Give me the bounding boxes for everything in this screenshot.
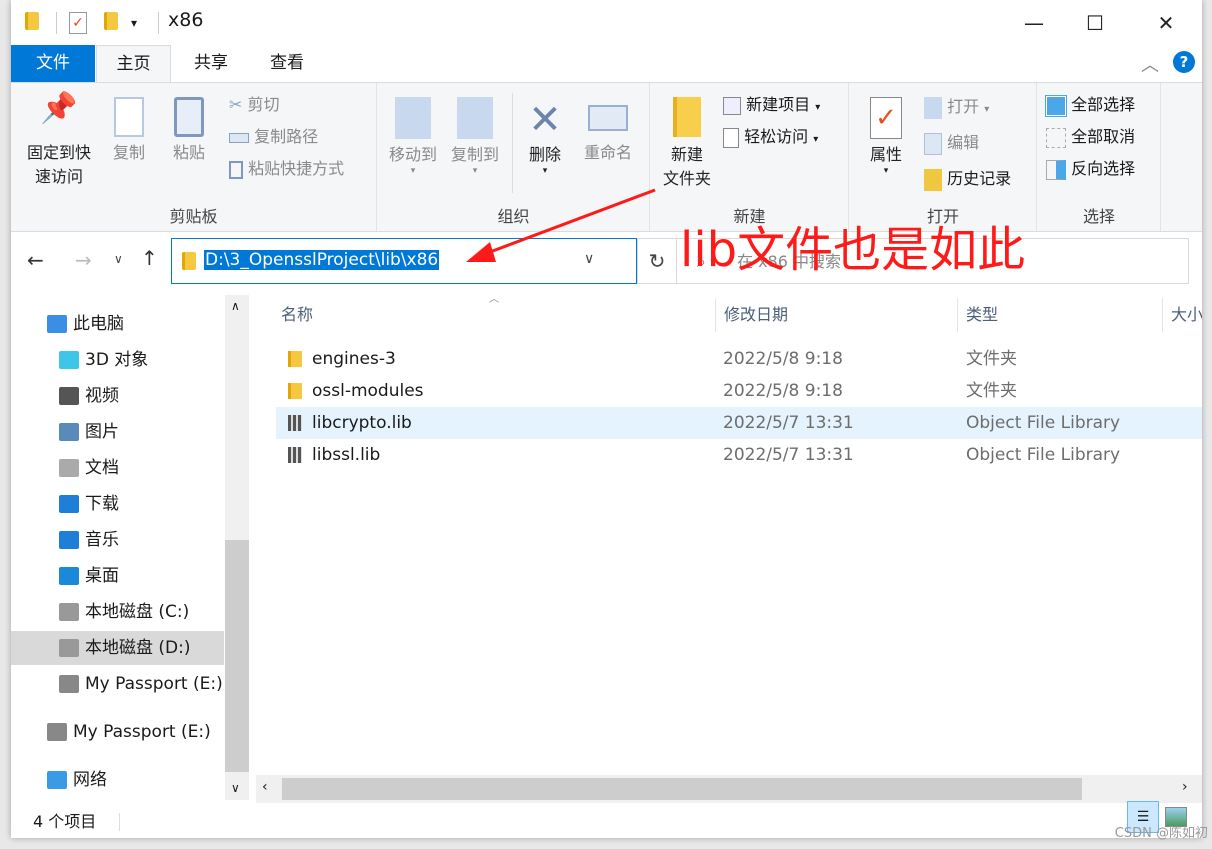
annotation-arrow: [466, 188, 656, 262]
watermark: CSDN @陈如初: [1114, 826, 1208, 841]
annotation-text: lib文件也是如此: [680, 222, 1026, 278]
